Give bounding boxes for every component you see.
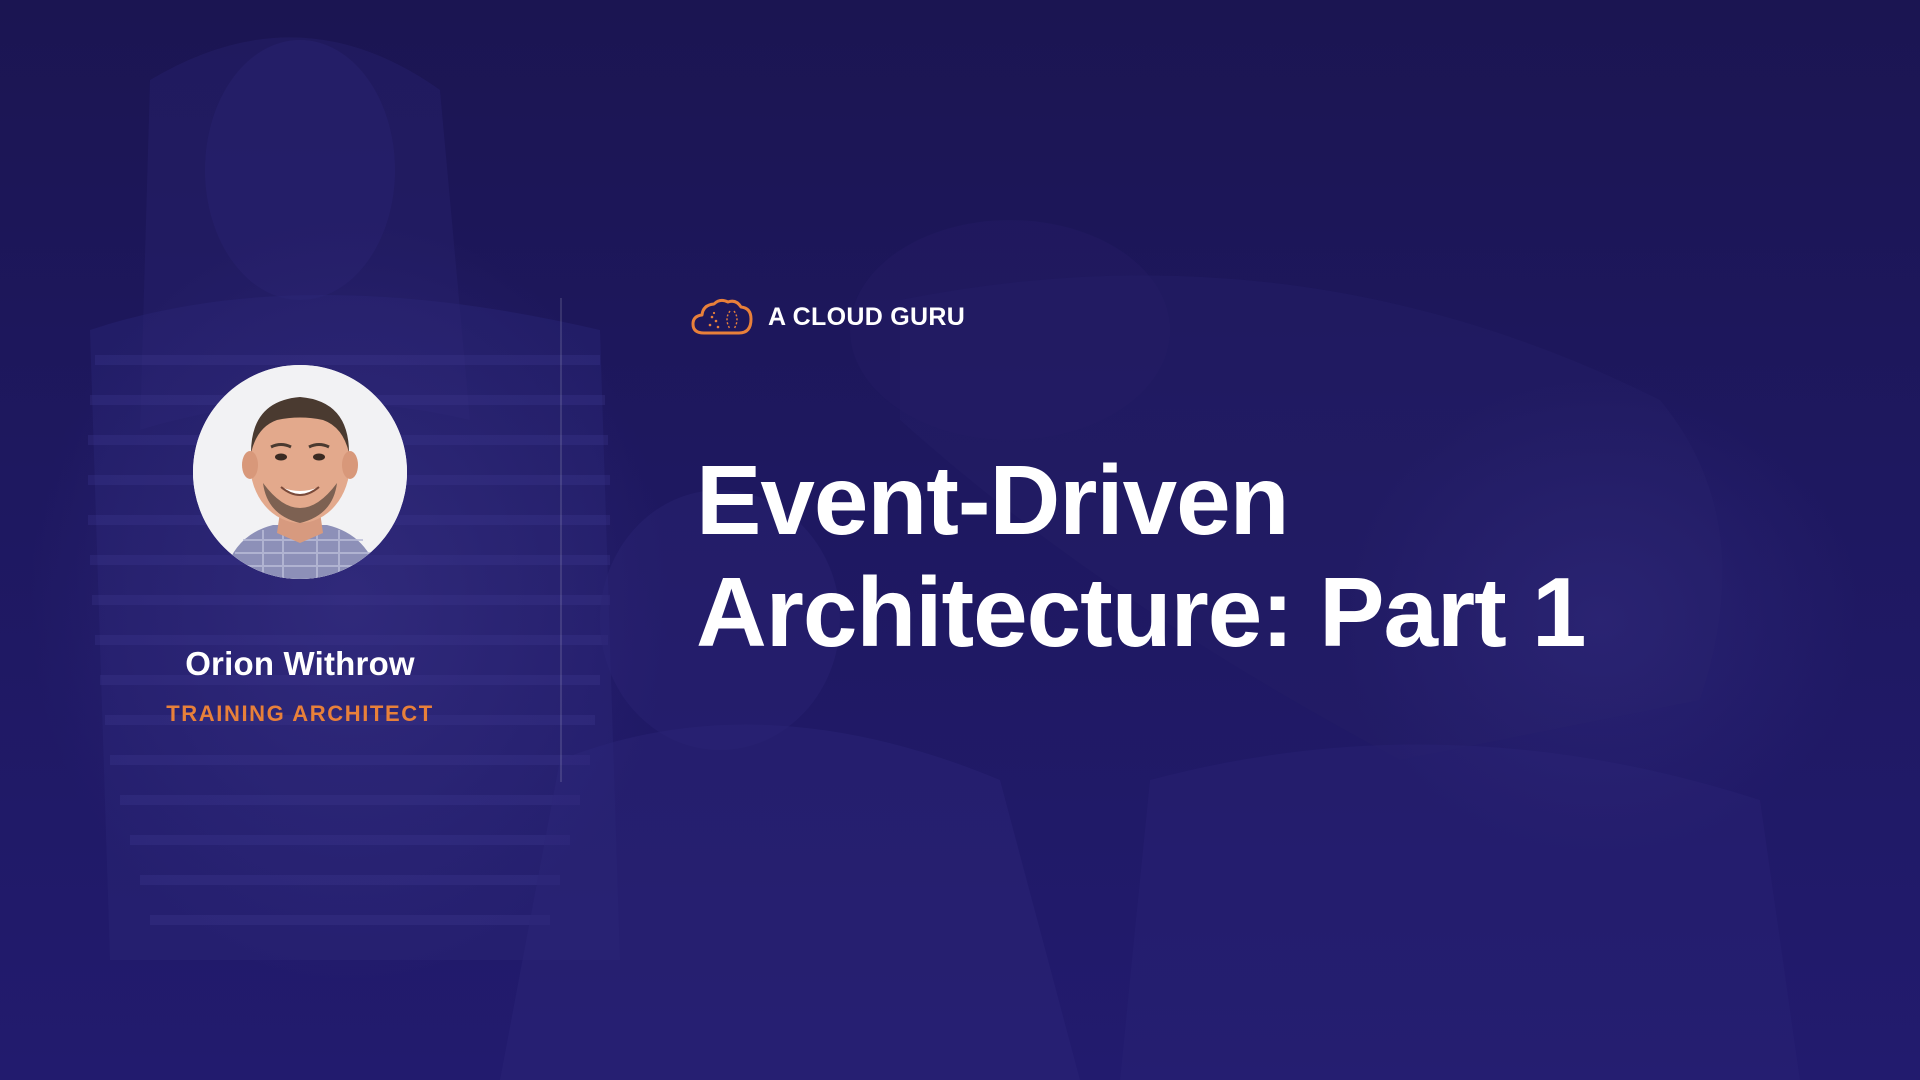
vertical-divider (560, 298, 562, 782)
brand-logo: A CLOUD GURU (690, 297, 965, 337)
instructor-role: TRAINING ARCHITECT (166, 701, 434, 726)
instructor-card: Orion Withrow TRAINING ARCHITECT (150, 365, 450, 727)
instructor-photo-icon (193, 365, 407, 579)
instructor-name: Orion Withrow (185, 645, 415, 682)
course-title-line-2: Architecture: Part 1 (696, 557, 1587, 667)
cloud-logo-icon (691, 298, 753, 335)
course-title: Event-Driven Architecture: Part 1 (696, 444, 1587, 668)
brand-name: A CLOUD GURU (768, 302, 966, 331)
course-title-line-1: Event-Driven (696, 445, 1290, 555)
title-slide: Orion Withrow TRAINING ARCHITECT A CLOUD… (0, 0, 1920, 1080)
instructor-avatar (193, 365, 407, 579)
